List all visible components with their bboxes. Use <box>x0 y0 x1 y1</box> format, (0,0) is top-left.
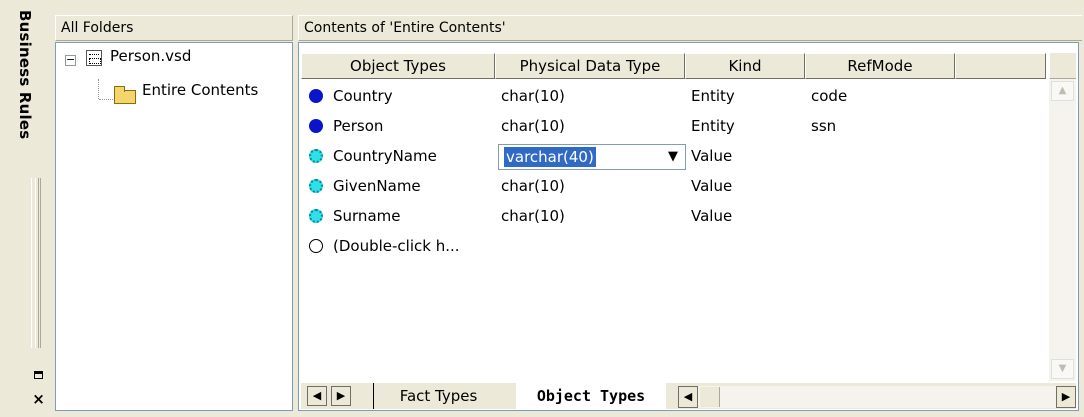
object-type-name[interactable]: Surname <box>333 207 400 225</box>
tab-fact-types[interactable]: Fact Types <box>373 383 503 409</box>
physical-data-type[interactable]: char(10) <box>501 87 565 105</box>
tree-connector <box>99 99 113 100</box>
physical-data-type[interactable]: char(10) <box>501 117 565 135</box>
sheet-tab-strip: ◀ ▶ Fact Types Object Types ◀ ▶ <box>301 383 1076 409</box>
scroll-thumb[interactable] <box>700 387 720 407</box>
scroll-up-icon[interactable]: ▲ <box>1051 81 1074 101</box>
object-types-grid: Object Types Physical Data Type Kind Ref… <box>298 42 1079 411</box>
physical-data-type-value[interactable]: varchar(40) <box>504 147 596 167</box>
scrollbar-header-cap <box>1049 53 1076 79</box>
object-type-name[interactable]: Person <box>333 117 383 135</box>
table-row-new[interactable]: (Double-click h... <box>301 231 1046 261</box>
column-header-physical-data-type[interactable]: Physical Data Type <box>495 53 685 79</box>
pin-icon[interactable] <box>34 371 43 379</box>
value-type-icon <box>309 209 323 223</box>
scroll-left-icon[interactable]: ◀ <box>678 386 698 408</box>
tree-connector <box>98 79 99 99</box>
tab-nav-prev-icon[interactable]: ◀ <box>307 386 327 406</box>
tree-item-entire-contents[interactable]: Entire Contents <box>142 81 258 103</box>
kind[interactable]: Value <box>691 147 732 165</box>
kind[interactable]: Value <box>691 207 732 225</box>
table-row[interactable]: Person char(10) Entity ssn <box>301 111 1046 141</box>
refmode[interactable]: code <box>811 87 847 105</box>
value-type-icon <box>309 149 323 163</box>
physical-data-type[interactable]: char(10) <box>501 177 565 195</box>
tree-item-label: Entire Contents <box>142 81 259 99</box>
kind[interactable]: Value <box>691 177 732 195</box>
vertical-scrollbar[interactable]: ▲ ▼ <box>1049 53 1076 381</box>
chevron-down-icon[interactable]: ▼ <box>661 145 685 169</box>
column-header-empty <box>955 53 1046 79</box>
column-header-kind[interactable]: Kind <box>685 53 805 79</box>
folder-icon <box>114 86 136 104</box>
folders-header: All Folders <box>55 15 293 41</box>
table-row[interactable]: GivenName char(10) Value <box>301 171 1046 201</box>
physical-data-type-combo[interactable]: varchar(40) ▼ <box>498 144 686 170</box>
folder-tree[interactable]: − Person.vsd Entire Contents <box>55 42 293 411</box>
horizontal-scrollbar[interactable]: ◀ ▶ <box>678 386 1076 408</box>
tab-nav-next-icon[interactable]: ▶ <box>331 386 351 406</box>
collapse-icon[interactable]: − <box>65 54 76 66</box>
scroll-down-icon[interactable]: ▼ <box>1051 359 1074 379</box>
table-row[interactable]: CountryName varchar(40) ▼ Value <box>301 141 1046 171</box>
new-item-icon <box>309 239 323 253</box>
contents-header: Contents of 'Entire Contents' <box>298 15 1082 41</box>
kind[interactable]: Entity <box>691 87 735 105</box>
column-header-refmode[interactable]: RefMode <box>805 53 955 79</box>
object-type-name[interactable]: CountryName <box>333 147 437 165</box>
grid-header-row: Object Types Physical Data Type Kind Ref… <box>301 53 1046 79</box>
table-row[interactable]: Country char(10) Entity code <box>301 81 1046 111</box>
table-row[interactable]: Surname char(10) Value <box>301 201 1046 231</box>
kind[interactable]: Entity <box>691 117 735 135</box>
sidebar-grip[interactable] <box>31 178 41 348</box>
new-object-type-placeholder[interactable]: (Double-click h... <box>333 237 460 255</box>
tree-item-label: Person.vsd <box>110 47 192 65</box>
business-rules-sidebar: Business Rules × <box>0 0 52 417</box>
document-icon <box>86 50 102 66</box>
tree-item-person-vsd[interactable]: Person.vsd <box>82 47 282 69</box>
object-type-name[interactable]: Country <box>333 87 393 105</box>
close-icon[interactable]: × <box>31 392 46 407</box>
entity-type-icon <box>309 89 323 103</box>
column-header-object-types[interactable]: Object Types <box>301 53 495 79</box>
sidebar-title: Business Rules <box>16 10 34 140</box>
object-type-name[interactable]: GivenName <box>333 177 421 195</box>
refmode[interactable]: ssn <box>811 117 836 135</box>
scroll-right-icon[interactable]: ▶ <box>1056 386 1076 408</box>
physical-data-type[interactable]: char(10) <box>501 207 565 225</box>
entity-type-icon <box>309 119 323 133</box>
tab-object-types[interactable]: Object Types <box>516 383 666 409</box>
value-type-icon <box>309 179 323 193</box>
